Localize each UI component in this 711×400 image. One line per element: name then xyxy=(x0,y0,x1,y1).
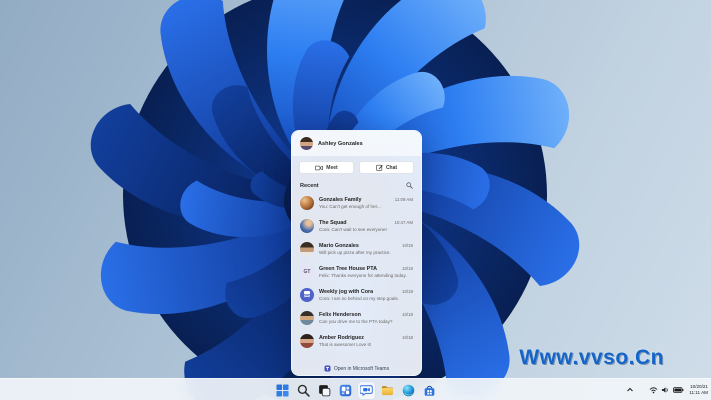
person-avatar xyxy=(300,241,314,256)
conversation-preview: Cora: I am so behind on my step goals. xyxy=(319,295,399,301)
windows-start-icon xyxy=(275,383,289,397)
store-button[interactable] xyxy=(421,382,438,399)
conversation-preview: That is awesome! Love it! xyxy=(319,341,372,347)
conversation-row[interactable]: Weekly jog with Cora 10/18 Cora: I am so… xyxy=(292,283,421,306)
start-button[interactable] xyxy=(274,382,291,399)
conversation-row[interactable]: Felix Henderson 10/18 Can you drive me t… xyxy=(292,306,421,329)
video-camera-icon xyxy=(315,165,324,170)
recent-section-header: Recent xyxy=(292,178,421,191)
watermark-text: Www.vvso.Cn xyxy=(519,346,664,369)
teams-chat-icon xyxy=(359,384,373,396)
search-button[interactable] xyxy=(295,382,312,399)
microsoft-store-icon xyxy=(424,385,434,396)
conversation-preview: Will pick up pizza after my practice. xyxy=(319,249,391,255)
conversation-name: Gonzales Family xyxy=(319,196,362,203)
taskbar: 10/20/21 11:11 AM xyxy=(0,378,711,400)
conversation-name: Amber Rodriguez xyxy=(319,334,364,341)
conversation-row[interactable]: Gonzales Family 11:09 AM You: Can't get … xyxy=(292,191,421,214)
taskbar-center-icons xyxy=(274,379,438,400)
meet-button[interactable]: Meet xyxy=(299,161,354,174)
meet-button-label: Meet xyxy=(326,164,338,171)
conversation-name: Mario Gonzales xyxy=(319,242,359,249)
person-avatar xyxy=(300,333,314,348)
speaker-icon xyxy=(662,387,668,393)
task-view-icon xyxy=(318,384,330,396)
chat-button-taskbar[interactable] xyxy=(357,381,375,399)
person-avatar xyxy=(300,310,314,325)
conversation-preview: Can you drive me to the PTA today? xyxy=(319,318,393,324)
conversation-list: Gonzales Family 11:09 AM You: Can't get … xyxy=(292,191,421,361)
chevron-up-icon xyxy=(627,387,634,392)
conversation-time: 10/19 xyxy=(402,265,413,271)
file-explorer-icon xyxy=(381,385,393,395)
initials-avatar: GT xyxy=(300,264,314,279)
group-avatar xyxy=(300,195,314,210)
flyout-actions: Meet Chat xyxy=(292,156,421,178)
conversation-name: Felix Henderson xyxy=(319,311,361,318)
search-icon[interactable] xyxy=(406,182,413,189)
teams-logo-icon xyxy=(324,365,331,372)
note-icon xyxy=(304,291,310,298)
conversation-row[interactable]: Amber Rodriguez 10/18 That is awesome! L… xyxy=(292,329,421,352)
search-icon xyxy=(297,384,310,397)
conversation-row[interactable]: Mario Gonzales 10/19 Will pick up pizza … xyxy=(292,237,421,260)
tray-time: 11:11 AM xyxy=(689,390,708,395)
conversation-time: 10:47 AM xyxy=(394,219,413,225)
conversation-preview: You: Can't get enough of her... xyxy=(319,203,381,209)
conversation-row[interactable]: GT Green Tree House PTA 10/19 Felix: Tha… xyxy=(292,260,421,283)
conversation-time: 11:09 AM xyxy=(394,196,413,202)
edge-button[interactable] xyxy=(400,382,417,399)
conversation-name: Green Tree House PTA xyxy=(319,265,378,272)
conversation-time: 10/18 xyxy=(402,288,413,294)
recent-label: Recent xyxy=(300,182,319,189)
conversation-time: 10/18 xyxy=(402,334,413,340)
user-avatar[interactable] xyxy=(300,137,313,150)
file-explorer-button[interactable] xyxy=(379,382,396,399)
conversation-time: 10/18 xyxy=(402,311,413,317)
conversation-preview: Cora: Can't wait to see everyone! xyxy=(319,226,387,232)
battery-icon xyxy=(673,387,684,393)
conversation-preview: Felix: Thanks everyone for attending tod… xyxy=(319,272,407,278)
flyout-header: Ashley Gonzales xyxy=(292,131,421,156)
tray-clock[interactable]: 10/20/21 11:11 AM xyxy=(689,384,708,395)
conversation-time: 10/19 xyxy=(402,242,413,248)
task-view-button[interactable] xyxy=(316,382,333,399)
open-in-teams-link[interactable]: Open in Microsoft Teams xyxy=(292,361,421,375)
tray-overflow-button[interactable] xyxy=(626,386,634,394)
system-tray: 10/20/21 11:11 AM xyxy=(626,379,708,400)
edge-icon xyxy=(402,384,414,396)
widgets-button[interactable] xyxy=(337,382,354,399)
group-icon-avatar xyxy=(300,287,314,302)
chat-button-label: Chat xyxy=(385,164,398,171)
wifi-icon xyxy=(649,387,658,394)
conversation-name: The Squad xyxy=(319,219,347,226)
group-avatar xyxy=(300,218,314,233)
compose-icon xyxy=(376,164,383,171)
teams-chat-flyout: Ashley Gonzales Meet Chat Recent Gonzale… xyxy=(291,130,422,376)
widgets-icon xyxy=(339,384,351,396)
open-in-teams-label: Open in Microsoft Teams xyxy=(333,365,390,372)
user-name: Ashley Gonzales xyxy=(318,140,363,147)
chat-button[interactable]: Chat xyxy=(359,161,414,174)
conversation-row[interactable]: The Squad 10:47 AM Cora: Can't wait to s… xyxy=(292,214,421,237)
tray-status-icons[interactable] xyxy=(649,386,684,394)
conversation-name: Weekly jog with Cora xyxy=(319,288,374,295)
